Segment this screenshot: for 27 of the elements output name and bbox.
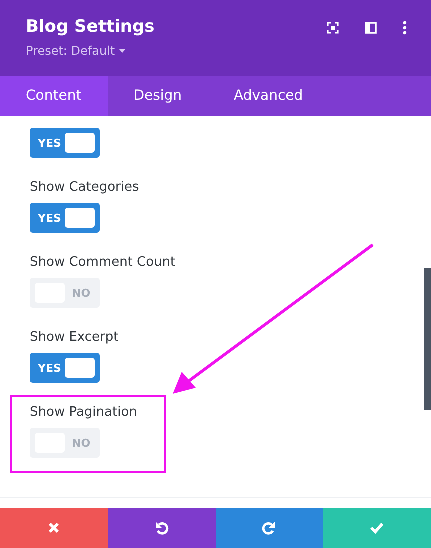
toggle-switch[interactable]: YES bbox=[30, 353, 100, 383]
panel-title: Blog Settings bbox=[26, 16, 155, 38]
check-icon bbox=[370, 522, 384, 534]
tab[interactable]: Design bbox=[108, 76, 208, 116]
save-button[interactable] bbox=[323, 508, 431, 548]
focus-icon[interactable] bbox=[327, 22, 339, 34]
close-icon bbox=[48, 522, 60, 534]
setting-label: Show Comment Count bbox=[30, 254, 176, 272]
preset-dropdown[interactable]: Preset: Default bbox=[26, 42, 155, 60]
redo-icon bbox=[262, 521, 276, 535]
caret-icon bbox=[119, 48, 126, 54]
toggle-switch[interactable]: NO bbox=[30, 428, 100, 458]
setting-label: Show Categories bbox=[30, 179, 140, 197]
cancel-button[interactable] bbox=[0, 508, 108, 548]
toggle-switch[interactable]: YES bbox=[30, 203, 100, 233]
tab[interactable]: Advanced bbox=[208, 76, 330, 116]
undo-icon bbox=[154, 521, 169, 535]
toggle-switch[interactable]: NO bbox=[30, 278, 100, 308]
redo-button[interactable] bbox=[216, 508, 324, 548]
tab[interactable]: Content bbox=[0, 76, 108, 116]
setting-label: Show Pagination bbox=[30, 404, 138, 422]
sidebar-icon[interactable] bbox=[365, 22, 377, 34]
setting-label: Show Excerpt bbox=[30, 329, 119, 347]
toggle-switch[interactable]: YES bbox=[30, 128, 100, 158]
undo-button[interactable] bbox=[108, 508, 216, 548]
more-icon[interactable] bbox=[403, 21, 407, 35]
scrollbar[interactable] bbox=[424, 268, 431, 410]
